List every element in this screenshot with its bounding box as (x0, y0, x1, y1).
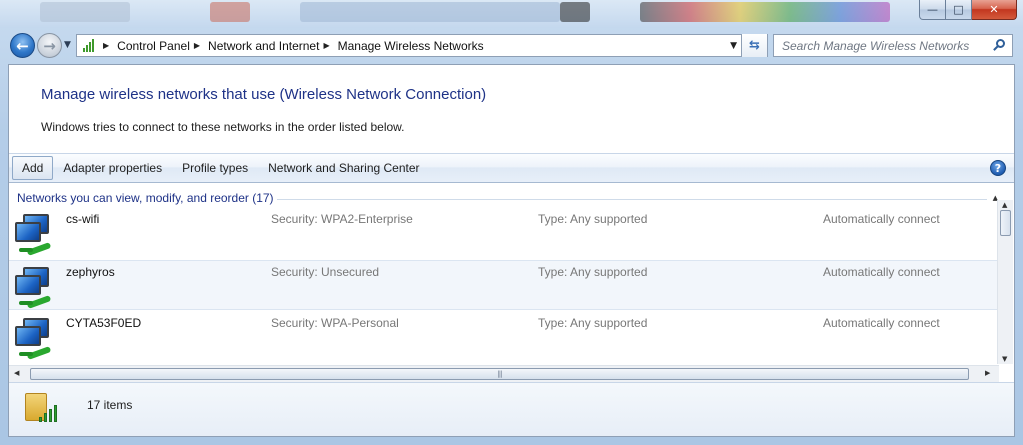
wireless-network-icon (13, 318, 59, 362)
details-pane: 17 items (9, 382, 1014, 436)
network-security: Security: WPA-Personal (271, 316, 399, 330)
network-row-cyta53f0ed[interactable]: CYTA53F0ED Security: WPA-Personal Type: … (9, 312, 999, 362)
network-security: Security: WPA2-Enterprise (271, 212, 413, 226)
scroll-up-arrow-icon[interactable]: ▲ (1002, 201, 1007, 209)
network-connect-mode: Automatically connect (823, 316, 940, 330)
horizontal-scroll-thumb[interactable]: ||| (30, 368, 969, 380)
refresh-button[interactable]: ⇆ (741, 34, 767, 57)
network-row-zephyros[interactable]: zephyros Security: Unsecured Type: Any s… (9, 260, 999, 310)
address-dropdown-icon[interactable]: ▼ (730, 41, 737, 51)
background-glass (300, 2, 560, 22)
wireless-network-icon (13, 267, 59, 311)
vertical-scroll-thumb[interactable] (1000, 210, 1011, 236)
navigation-bar: ← → ▼ ▶ Control Panel ▶ Network and Inte… (0, 30, 1023, 62)
breadcrumb-control-panel[interactable]: Control Panel (117, 39, 190, 53)
scroll-down-arrow-icon[interactable]: ▼ (1002, 355, 1007, 363)
network-row-cs-wifi[interactable]: cs-wifi Security: WPA2-Enterprise Type: … (9, 208, 999, 258)
background-glass (640, 2, 890, 22)
network-connect-mode: Automatically connect (823, 265, 940, 279)
network-list: cs-wifi Security: WPA2-Enterprise Type: … (9, 208, 999, 364)
title-bar[interactable] (0, 0, 1023, 28)
search-icon[interactable] (993, 39, 1006, 52)
profile-types-button[interactable]: Profile types (172, 156, 258, 180)
search-box[interactable] (773, 34, 1013, 57)
scroll-right-arrow-icon[interactable]: ▶ (985, 369, 990, 377)
adapter-properties-button[interactable]: Adapter properties (53, 156, 172, 180)
group-header[interactable]: Networks you can view, modify, and reord… (17, 191, 274, 205)
breadcrumb-manage-wireless-networks[interactable]: Manage Wireless Networks (338, 39, 484, 53)
network-name: CYTA53F0ED (66, 316, 142, 330)
content-panel: Manage wireless networks that use (Wirel… (8, 64, 1015, 437)
background-glass (560, 2, 590, 22)
network-connect-mode: Automatically connect (823, 212, 940, 226)
address-bar[interactable]: ▶ Control Panel ▶ Network and Internet ▶… (76, 34, 768, 57)
breadcrumb-separator-icon[interactable]: ▶ (323, 41, 329, 50)
back-button[interactable]: ← (10, 33, 35, 58)
network-type: Type: Any supported (538, 316, 648, 330)
breadcrumb-network-and-internet[interactable]: Network and Internet (208, 39, 319, 53)
search-input[interactable] (782, 38, 992, 53)
scroll-left-arrow-icon[interactable]: ◀ (14, 369, 19, 377)
signal-bars-icon (77, 35, 99, 56)
grip-icon: ||| (497, 370, 502, 378)
help-icon[interactable]: ? (990, 160, 1006, 176)
add-button[interactable]: Add (12, 156, 54, 180)
forward-button[interactable]: → (37, 33, 62, 58)
network-type: Type: Any supported (538, 212, 648, 226)
group-divider (277, 199, 987, 200)
vertical-scrollbar[interactable]: ▲ ▼ (997, 200, 1013, 364)
network-security: Security: Unsecured (271, 265, 380, 279)
wireless-network-icon (13, 214, 59, 258)
breadcrumb-separator-icon[interactable]: ▶ (103, 41, 109, 50)
background-glass (40, 2, 130, 22)
recent-pages-dropdown-icon[interactable]: ▼ (64, 40, 71, 50)
breadcrumb-separator-icon[interactable]: ▶ (194, 41, 200, 50)
network-name: zephyros (66, 265, 115, 279)
signal-bars-icon (39, 405, 57, 422)
close-button[interactable]: ✕ (972, 0, 1017, 20)
network-name: cs-wifi (66, 212, 100, 226)
horizontal-scrollbar[interactable]: ◀ ||| ▶ (9, 365, 999, 382)
page-title: Manage wireless networks that use (Wirel… (41, 86, 487, 103)
item-count: 17 items (87, 398, 133, 412)
minimize-button[interactable]: — (919, 0, 946, 20)
command-bar: Add Adapter properties Profile types Net… (9, 153, 1014, 183)
page-description: Windows tries to connect to these networ… (41, 120, 405, 134)
background-glass (210, 2, 250, 22)
network-type: Type: Any supported (538, 265, 648, 279)
network-and-sharing-center-button[interactable]: Network and Sharing Center (258, 156, 429, 180)
caption-buttons: — □ ✕ (919, 0, 1017, 20)
maximize-button[interactable]: □ (946, 0, 972, 20)
